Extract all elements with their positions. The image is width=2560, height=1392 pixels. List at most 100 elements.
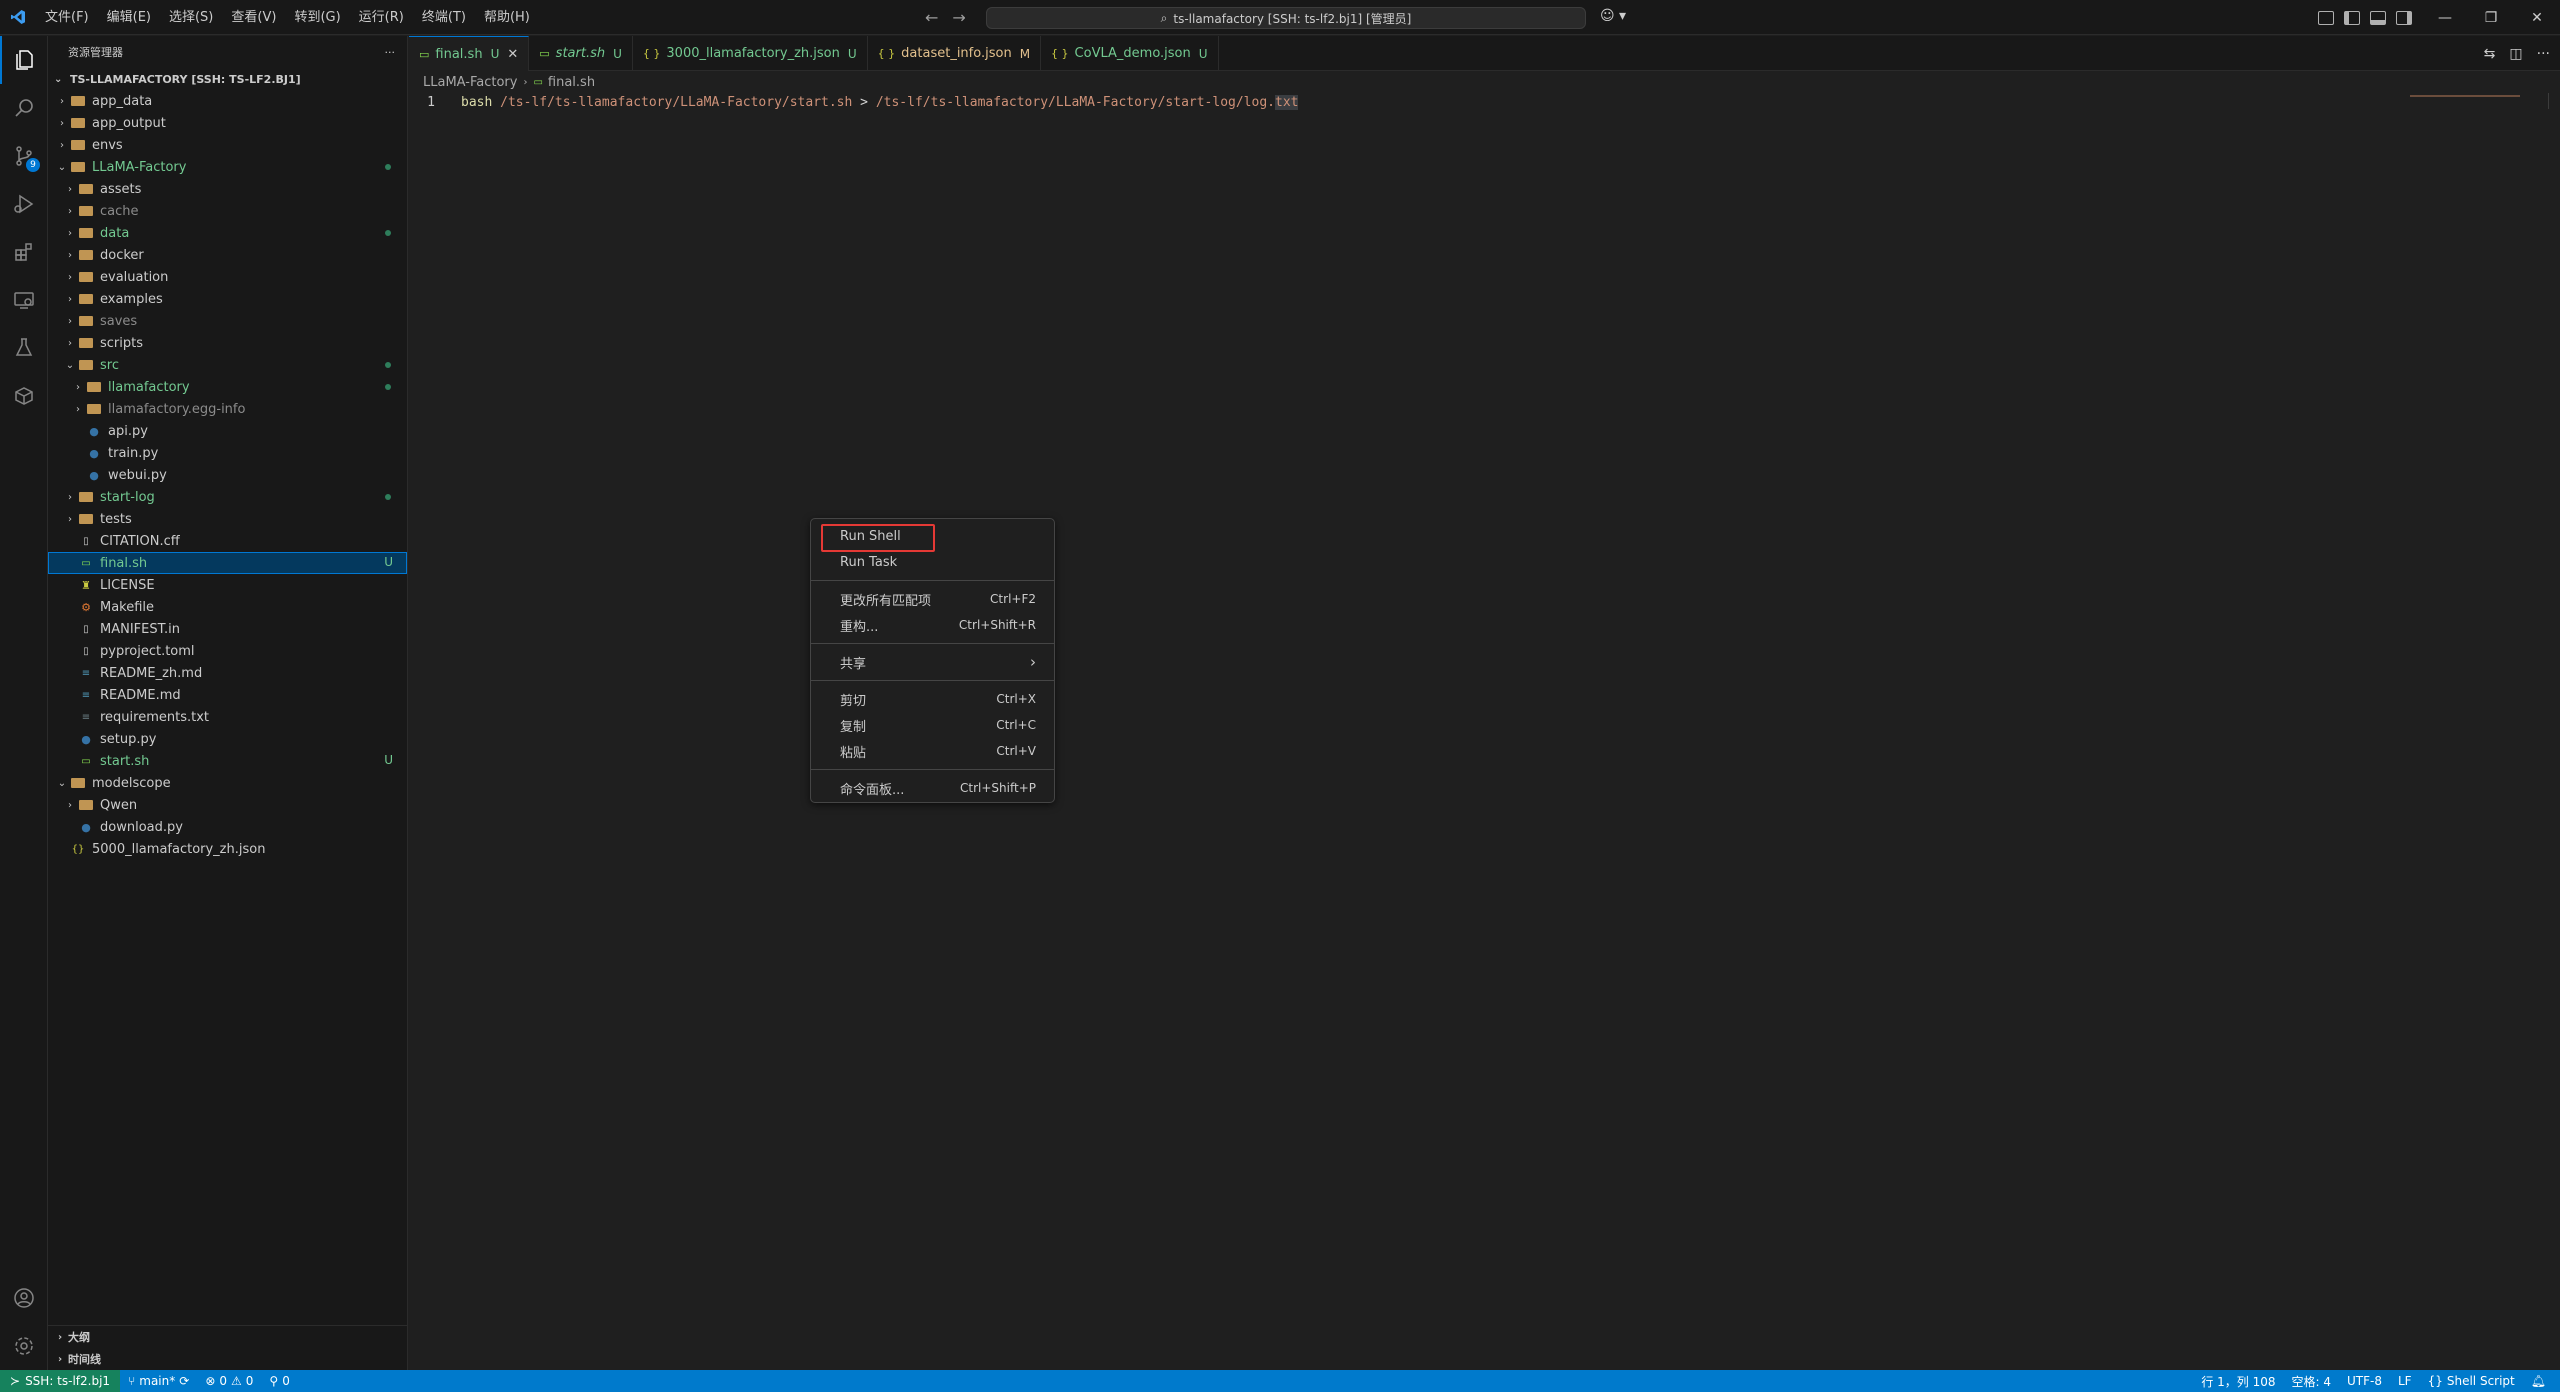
menu-help[interactable]: 帮助(H) bbox=[475, 0, 539, 35]
toggle-secondary-sidebar-icon[interactable] bbox=[2396, 10, 2412, 25]
code-content[interactable]: bash /ts-lf/ts-llamafactory/LLaMA-Factor… bbox=[449, 95, 1299, 110]
tree-folder[interactable]: › saves bbox=[48, 310, 407, 332]
close-window-icon[interactable]: ✕ bbox=[2514, 0, 2560, 35]
run-debug-icon[interactable] bbox=[0, 180, 48, 228]
remote-indicator[interactable]: ≻ SSH: ts-lf2.bj1 bbox=[0, 1370, 121, 1392]
tree-file[interactable]: ≡ requirements.txt bbox=[48, 706, 407, 728]
encoding[interactable]: UTF-8 bbox=[2339, 1374, 2390, 1388]
menu-edit[interactable]: 编辑(E) bbox=[98, 0, 160, 35]
tree-file[interactable]: {} 5000_llamafactory_zh.json bbox=[48, 838, 407, 860]
menu-view[interactable]: 查看(V) bbox=[222, 0, 285, 35]
menu-item-copy[interactable]: 复制 Ctrl+C bbox=[811, 712, 1054, 738]
tree-folder[interactable]: › start-log bbox=[48, 486, 407, 508]
open-changes-icon[interactable]: ⇆ bbox=[2484, 46, 2496, 62]
editor-tab[interactable]: { } CoVLA_demo.json U bbox=[1041, 36, 1219, 71]
settings-gear-icon[interactable] bbox=[0, 1322, 48, 1370]
tree-file[interactable]: ▭ start.sh U bbox=[48, 750, 407, 772]
toggle-primary-sidebar-icon[interactable] bbox=[2344, 10, 2360, 25]
outline-section[interactable]: › 大纲 bbox=[48, 1326, 408, 1348]
copilot-icon[interactable]: ☺ ▾ bbox=[1600, 8, 1626, 24]
vertical-scrollbar[interactable] bbox=[2548, 93, 2560, 109]
menu-item-refactor[interactable]: 重构... Ctrl+Shift+R bbox=[811, 612, 1054, 638]
menu-item-run-shell[interactable]: Run Shell bbox=[811, 523, 1054, 552]
git-branch[interactable]: ⑂ main* ⟳ bbox=[120, 1374, 197, 1388]
code-line[interactable]: 1 bash /ts-lf/ts-llamafactory/LLaMA-Fact… bbox=[409, 93, 2409, 112]
tree-folder[interactable]: › evaluation bbox=[48, 266, 407, 288]
tree-file[interactable]: ● webui.py bbox=[48, 464, 407, 486]
minimize-icon[interactable]: — bbox=[2422, 0, 2468, 35]
menu-item-command-palette[interactable]: 命令面板... Ctrl+Shift+P bbox=[811, 775, 1054, 801]
tree-file[interactable]: ▯ pyproject.toml bbox=[48, 640, 407, 662]
minimap[interactable] bbox=[2410, 95, 2520, 97]
tree-folder[interactable]: › app_data bbox=[48, 90, 407, 112]
tree-folder[interactable]: › docker bbox=[48, 244, 407, 266]
menu-selection[interactable]: 选择(S) bbox=[160, 0, 222, 35]
cursor-position[interactable]: 行 1，列 108 bbox=[2193, 1373, 2283, 1390]
tree-folder[interactable]: › assets bbox=[48, 178, 407, 200]
testing-icon[interactable] bbox=[0, 324, 48, 372]
customize-layout-icon[interactable] bbox=[2318, 10, 2334, 25]
extensions-icon[interactable] bbox=[0, 228, 48, 276]
tree-file[interactable]: ▯ MANIFEST.in bbox=[48, 618, 407, 640]
more-actions-icon[interactable]: ··· bbox=[2537, 46, 2550, 62]
tree-folder[interactable]: ⌄ modelscope bbox=[48, 772, 407, 794]
menu-item-run-task[interactable]: Run Task bbox=[811, 549, 1054, 575]
tree-folder[interactable]: › llamafactory bbox=[48, 376, 407, 398]
restore-icon[interactable]: ❐ bbox=[2468, 0, 2514, 35]
tree-folder[interactable]: › app_output bbox=[48, 112, 407, 134]
tree-folder[interactable]: ⌄ src bbox=[48, 354, 407, 376]
tree-file[interactable]: ● download.py bbox=[48, 816, 407, 838]
tree-file[interactable]: ⚙ Makefile bbox=[48, 596, 407, 618]
tree-file[interactable]: ▯ CITATION.cff bbox=[48, 530, 407, 552]
problems-indicator[interactable]: ⊗ 0 ⚠ 0 bbox=[197, 1374, 261, 1388]
explorer-icon[interactable] bbox=[0, 36, 48, 84]
tree-folder[interactable]: › data bbox=[48, 222, 407, 244]
toggle-panel-icon[interactable] bbox=[2370, 10, 2386, 25]
command-center[interactable]: ⌕ ts-llamafactory [SSH: ts-lf2.bj1] [管理员… bbox=[986, 7, 1586, 29]
workspace-root[interactable]: ⌄ TS-LLAMAFACTORY [SSH: TS-LF2.BJ1] bbox=[48, 68, 407, 90]
search-view-icon[interactable] bbox=[0, 84, 48, 132]
tree-file[interactable]: ≡ README_zh.md bbox=[48, 662, 407, 684]
menu-go[interactable]: 转到(G) bbox=[285, 0, 349, 35]
tree-folder[interactable]: › tests bbox=[48, 508, 407, 530]
editor-tab[interactable]: ▭ start.sh U bbox=[529, 36, 633, 71]
menu-item-change-all-occurrences[interactable]: 更改所有匹配项 Ctrl+F2 bbox=[811, 586, 1054, 612]
tree-folder[interactable]: › llamafactory.egg-info bbox=[48, 398, 407, 420]
tree-folder[interactable]: › examples bbox=[48, 288, 407, 310]
tree-file[interactable]: ♜ LICENSE bbox=[48, 574, 407, 596]
tree-folder[interactable]: › envs bbox=[48, 134, 407, 156]
menu-item-paste[interactable]: 粘贴 Ctrl+V bbox=[811, 738, 1054, 764]
editor-tab[interactable]: { } 3000_llamafactory_zh.json U bbox=[633, 36, 868, 71]
indentation[interactable]: 空格: 4 bbox=[2284, 1373, 2340, 1390]
close-tab-icon[interactable]: ✕ bbox=[507, 47, 518, 62]
breadcrumb-file[interactable]: final.sh bbox=[548, 75, 595, 90]
menu-item-cut[interactable]: 剪切 Ctrl+X bbox=[811, 686, 1054, 712]
tree-folder[interactable]: ⌄ LLaMA-Factory bbox=[48, 156, 407, 178]
menu-file[interactable]: 文件(F) bbox=[36, 0, 98, 35]
docker-icon[interactable] bbox=[0, 372, 48, 420]
forward-arrow-icon[interactable]: → bbox=[952, 8, 965, 27]
more-actions-icon[interactable]: ··· bbox=[385, 46, 396, 59]
ports-indicator[interactable]: ⚲ 0 bbox=[261, 1374, 297, 1388]
split-editor-icon[interactable]: ◫ bbox=[2509, 46, 2522, 62]
tree-file[interactable]: ● api.py bbox=[48, 420, 407, 442]
editor-tab[interactable]: { } dataset_info.json M bbox=[868, 36, 1042, 71]
tree-folder[interactable]: › cache bbox=[48, 200, 407, 222]
language-mode[interactable]: {} Shell Script bbox=[2420, 1374, 2523, 1388]
tree-folder[interactable]: › Qwen bbox=[48, 794, 407, 816]
menu-item-share[interactable]: 共享 › bbox=[811, 649, 1054, 675]
menu-terminal[interactable]: 终端(T) bbox=[413, 0, 475, 35]
editor-tab[interactable]: ▭ final.sh U ✕ bbox=[409, 36, 530, 71]
tree-file[interactable]: ▭ final.sh U bbox=[48, 552, 407, 574]
accounts-icon[interactable] bbox=[0, 1274, 48, 1322]
menu-run[interactable]: 运行(R) bbox=[350, 0, 413, 35]
back-arrow-icon[interactable]: ← bbox=[925, 8, 938, 27]
tree-file[interactable]: ● train.py bbox=[48, 442, 407, 464]
remote-explorer-icon[interactable] bbox=[0, 276, 48, 324]
tree-folder[interactable]: › scripts bbox=[48, 332, 407, 354]
code-editor[interactable]: 1 bash /ts-lf/ts-llamafactory/LLaMA-Fact… bbox=[409, 93, 2560, 1370]
source-control-icon[interactable]: 9 bbox=[0, 132, 48, 180]
notifications-bell-icon[interactable]: 🔔︎ bbox=[2523, 1374, 2554, 1388]
timeline-section[interactable]: › 时间线 bbox=[48, 1348, 408, 1370]
tree-file[interactable]: ● setup.py bbox=[48, 728, 407, 750]
